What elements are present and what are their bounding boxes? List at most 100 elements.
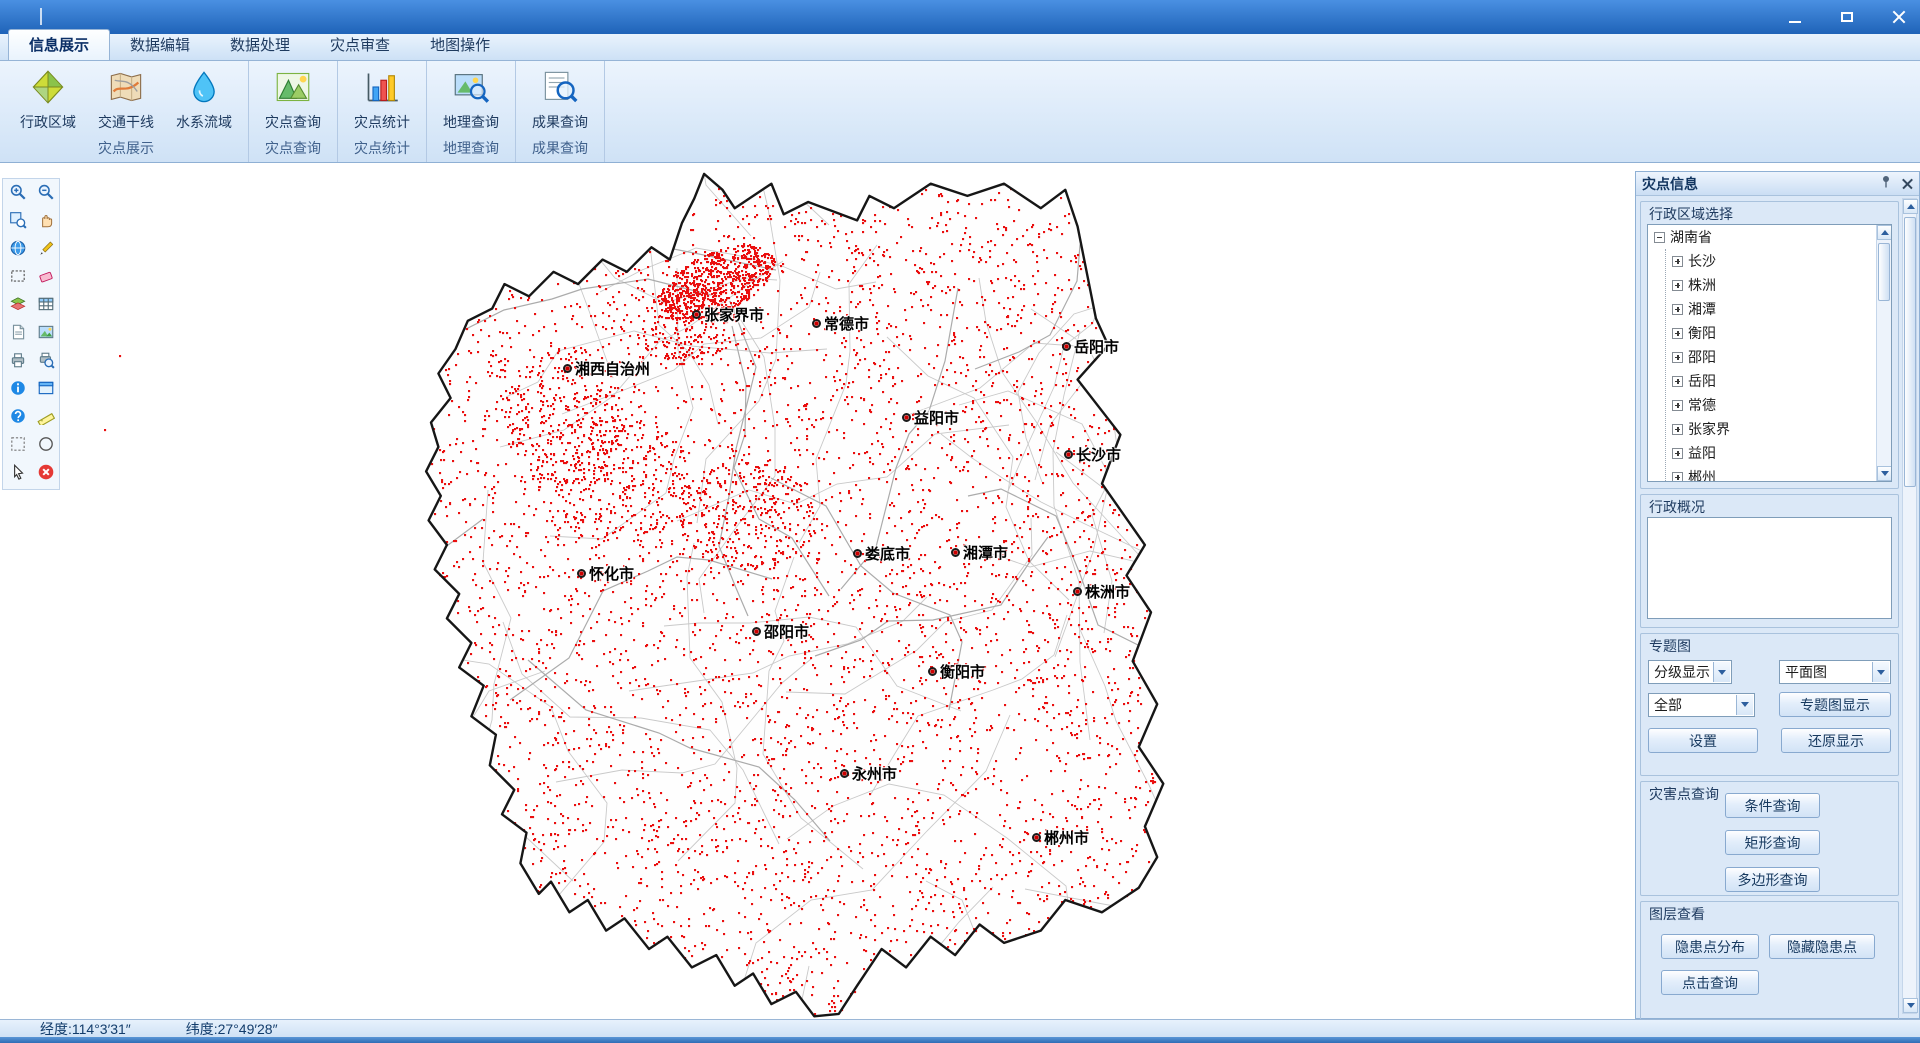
draw-line-button[interactable] — [32, 236, 59, 264]
zoom-out-button[interactable] — [32, 180, 59, 208]
click-query-button[interactable]: 点击查询 — [1661, 970, 1759, 995]
ribbon-button-result-query[interactable]: 成果查询 — [521, 63, 599, 135]
menu-tab-3[interactable]: 数据处理 — [210, 30, 310, 60]
menu-tab-2[interactable]: 数据编辑 — [110, 30, 210, 60]
attribute-table-icon — [37, 295, 55, 318]
close-button[interactable] — [1886, 6, 1912, 28]
show-thematic-map-button[interactable]: 专题图显示 — [1779, 692, 1891, 717]
panel-close-icon[interactable] — [1902, 178, 1913, 189]
tree-item-label[interactable]: 岳阳 — [1688, 371, 1716, 391]
tree-expander-icon[interactable] — [1672, 304, 1683, 315]
help-button[interactable] — [4, 404, 31, 432]
ribbon-button-region[interactable]: 行政区域 — [9, 63, 87, 135]
print-button[interactable] — [4, 348, 31, 376]
zoom-extent-button[interactable] — [4, 208, 31, 236]
chevron-down-icon[interactable] — [1872, 662, 1889, 682]
tree-expander-icon[interactable] — [1672, 376, 1683, 387]
tree-item-label[interactable]: 郴州 — [1688, 467, 1716, 482]
menu-tab-1[interactable]: 信息展示 — [8, 29, 110, 60]
flat-map-select[interactable]: 平面图 — [1779, 660, 1891, 684]
tree-item-label[interactable]: 湘潭 — [1688, 299, 1716, 319]
ribbon-button-disaster-stats[interactable]: 灾点统计 — [343, 63, 421, 135]
tree-expander-icon[interactable] — [1672, 472, 1683, 483]
region-overview-textarea[interactable] — [1647, 517, 1892, 619]
panel-scroll-thumb[interactable] — [1904, 217, 1916, 487]
tree-item-label[interactable]: 长沙 — [1688, 251, 1716, 271]
select-rectangle-button[interactable] — [4, 264, 31, 292]
tree-expander-icon[interactable] — [1672, 280, 1683, 291]
tree-expander-icon[interactable] — [1672, 328, 1683, 339]
chevron-down-icon[interactable] — [1713, 662, 1730, 682]
tree-item-5[interactable]: 邵阳 — [1666, 345, 1891, 369]
tree-expander-icon[interactable] — [1672, 256, 1683, 267]
tree-expander-icon[interactable] — [1654, 232, 1665, 243]
document-button[interactable] — [4, 320, 31, 348]
chevron-down-icon[interactable] — [1736, 695, 1753, 715]
restore-display-button[interactable]: 还原显示 — [1781, 728, 1891, 753]
attribute-table-button[interactable] — [32, 292, 59, 320]
panel-scroll-down-button[interactable] — [1903, 998, 1918, 1013]
hazard-distribution-button[interactable]: 隐患点分布 — [1661, 934, 1759, 959]
tree-item-6[interactable]: 岳阳 — [1666, 369, 1891, 393]
settings-button[interactable]: 设置 — [1648, 728, 1758, 753]
tree-item-label[interactable]: 邵阳 — [1688, 347, 1716, 367]
maximize-button[interactable] — [1834, 6, 1860, 28]
measure-button[interactable] — [32, 404, 59, 432]
ribbon-button-disaster-query[interactable]: 灾点查询 — [254, 63, 332, 135]
tree-item-label[interactable]: 常德 — [1688, 395, 1716, 415]
tree-item-root[interactable]: 湖南省 — [1648, 225, 1891, 249]
tree-expander-icon[interactable] — [1672, 400, 1683, 411]
ribbon-button-water[interactable]: 水系流域 — [165, 63, 243, 135]
menu-tab-5[interactable]: 地图操作 — [410, 30, 510, 60]
ribbon-button-traffic[interactable]: 交通干线 — [87, 63, 165, 135]
pointer-button[interactable] — [4, 460, 31, 488]
image-export-button[interactable] — [32, 320, 59, 348]
dashed-select-button[interactable] — [4, 432, 31, 460]
tree-expander-icon[interactable] — [1672, 448, 1683, 459]
tree-expander-icon[interactable] — [1672, 424, 1683, 435]
tree-item-7[interactable]: 常德 — [1666, 393, 1891, 417]
grading-display-select[interactable]: 分级显示 — [1648, 660, 1732, 684]
tree-scroll-up-button[interactable] — [1877, 225, 1892, 240]
tree-scroll-thumb[interactable] — [1878, 243, 1890, 301]
tree-item-label[interactable]: 益阳 — [1688, 443, 1716, 463]
panel-scrollbar[interactable] — [1902, 198, 1917, 1014]
condition-query-button[interactable]: 条件查询 — [1725, 793, 1820, 818]
polygon-query-button[interactable]: 多边形查询 — [1725, 867, 1820, 892]
tree-item-label[interactable]: 株洲 — [1688, 275, 1716, 295]
info-button[interactable] — [4, 376, 31, 404]
pan-button[interactable] — [32, 208, 59, 236]
rectangle-query-button[interactable]: 矩形查询 — [1725, 830, 1820, 855]
tree-item-label[interactable]: 湖南省 — [1670, 227, 1712, 247]
globe-button[interactable] — [4, 236, 31, 264]
tree-scrollbar[interactable] — [1876, 225, 1891, 481]
tree-item-4[interactable]: 衡阳 — [1666, 321, 1891, 345]
tree-item-8[interactable]: 张家界 — [1666, 417, 1891, 441]
panel-scroll-up-button[interactable] — [1903, 199, 1918, 214]
tree-scroll-down-button[interactable] — [1877, 466, 1892, 481]
tree-item-2[interactable]: 株洲 — [1666, 273, 1891, 297]
all-filter-select[interactable]: 全部 — [1648, 693, 1755, 717]
pin-icon[interactable] — [1880, 175, 1892, 193]
overview-window-button[interactable] — [32, 376, 59, 404]
eraser-button[interactable] — [32, 264, 59, 292]
print-preview-icon — [37, 351, 55, 374]
ribbon-button-geo-query[interactable]: 地理查询 — [432, 63, 510, 135]
tree-expander-icon[interactable] — [1672, 352, 1683, 363]
tree-item-10[interactable]: 郴州 — [1666, 465, 1891, 482]
print-preview-button[interactable] — [32, 348, 59, 376]
tree-item-3[interactable]: 湘潭 — [1666, 297, 1891, 321]
layers-button[interactable] — [4, 292, 31, 320]
menu-tab-4[interactable]: 灾点审查 — [310, 30, 410, 60]
map-canvas[interactable] — [0, 163, 1635, 1019]
map-area[interactable]: 张家界市常德市岳阳市湘西自治州益阳市长沙市娄底市湘潭市株洲市怀化市邵阳市衡阳市永… — [0, 163, 1635, 1019]
tree-item-9[interactable]: 益阳 — [1666, 441, 1891, 465]
zoom-in-button[interactable] — [4, 180, 31, 208]
tree-item-label[interactable]: 衡阳 — [1688, 323, 1716, 343]
hide-hazard-points-button[interactable]: 隐藏隐患点 — [1769, 934, 1875, 959]
circle-select-button[interactable] — [32, 432, 59, 460]
tree-item-1[interactable]: 长沙 — [1666, 249, 1891, 273]
minimize-button[interactable] — [1782, 6, 1808, 28]
clear-button[interactable] — [32, 460, 59, 488]
tree-item-label[interactable]: 张家界 — [1688, 419, 1730, 439]
